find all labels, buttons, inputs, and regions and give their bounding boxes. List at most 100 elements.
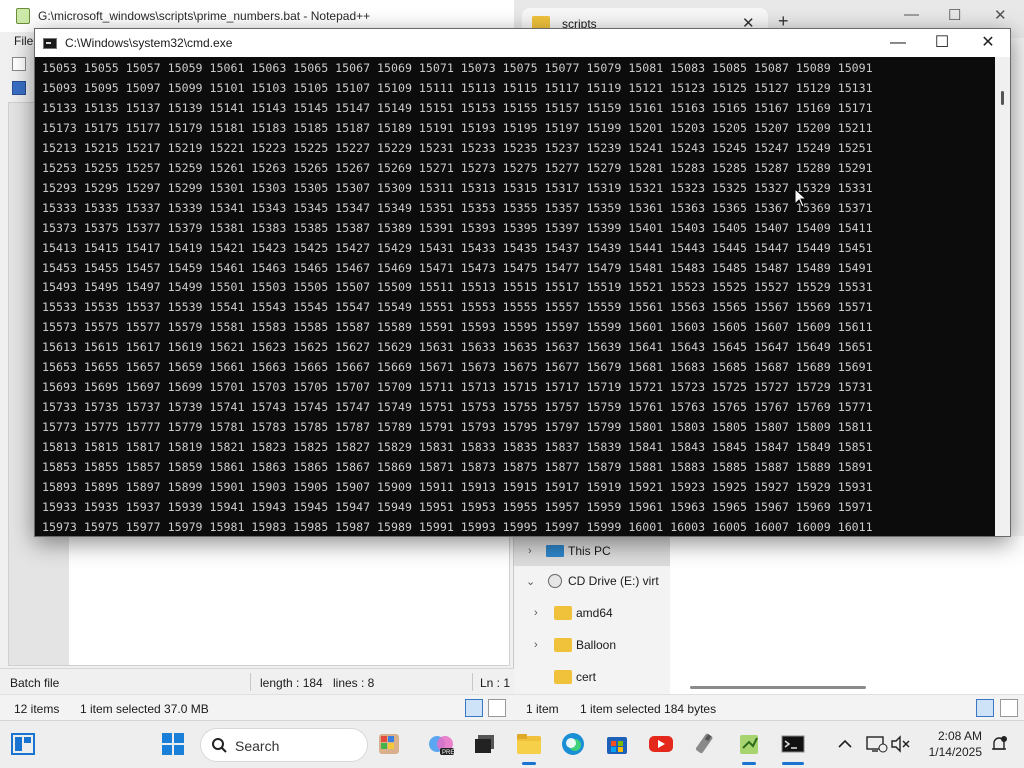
status-length: length : 184: [260, 676, 323, 690]
console-line: 15413 15415 15417 15419 15421 15423 1542…: [42, 240, 873, 255]
copilot-icon[interactable]: PRE: [426, 729, 456, 759]
chevron-right-icon[interactable]: ›: [534, 607, 538, 619]
folder-icon: [554, 606, 572, 620]
widgets-icon[interactable]: [8, 729, 38, 759]
search-label: Search: [235, 738, 280, 754]
status-lines: lines : 8: [333, 676, 375, 690]
taskbar-search[interactable]: Search: [200, 728, 368, 762]
console-line: 15133 15135 15137 15139 15141 15143 1514…: [42, 100, 873, 115]
console-line: 15933 15935 15937 15939 15941 15943 1594…: [42, 499, 873, 514]
chevron-down-icon[interactable]: ⌄: [526, 575, 535, 588]
status-separator: [472, 673, 473, 691]
nav-item-amd64[interactable]: › amd64: [514, 598, 670, 628]
usb-drive-icon[interactable]: [690, 729, 720, 759]
bg-explorer-statusbar: 12 items 1 item selected 37.0 MB: [0, 694, 514, 720]
nav-item-label: CD Drive (E:) virt: [568, 574, 659, 588]
folder-icon: [554, 670, 572, 684]
cmd-window: C:\Windows\system32\cmd.exe — ☐ ✕ 15053 …: [34, 28, 1011, 537]
console-line: 15293 15295 15297 15299 15301 15303 1530…: [42, 180, 873, 195]
status-item-count: 1 item: [526, 702, 559, 716]
console-line: 15373 15375 15377 15379 15381 15383 1538…: [42, 220, 873, 235]
console-line: 15813 15815 15817 15819 15821 15823 1582…: [42, 440, 873, 455]
tiles-view-button[interactable]: [488, 699, 506, 717]
cmd-app-icon: [43, 38, 57, 49]
console-line: 15973 15975 15977 15979 15981 15983 1598…: [42, 519, 873, 534]
bg-status-count: 12 items: [14, 702, 60, 716]
volume-muted-icon[interactable]: [886, 729, 916, 759]
cd-drive-icon: [548, 574, 562, 588]
console-line: 15093 15095 15097 15099 15101 15103 1510…: [42, 80, 873, 95]
youtube-icon[interactable]: [646, 729, 676, 759]
status-selected: 1 item selected 184 bytes: [580, 702, 717, 716]
close-icon[interactable]: ✕: [965, 31, 1010, 55]
bg-status-selected: 1 item selected 37.0 MB: [80, 702, 209, 716]
nav-item-this-pc[interactable]: › This PC: [514, 536, 670, 566]
console-line: 15853 15855 15857 15859 15861 15863 1586…: [42, 460, 873, 475]
active-indicator: [782, 762, 804, 765]
cmd-title: C:\Windows\system32\cmd.exe: [65, 36, 233, 50]
console-line: 15693 15695 15697 15699 15701 15703 1570…: [42, 380, 873, 395]
clock-date: 1/14/2025: [928, 745, 982, 759]
explorer-minimize-icon[interactable]: —: [904, 6, 919, 23]
explorer-close-icon[interactable]: ✕: [994, 6, 1007, 24]
details-view-button[interactable]: [976, 699, 994, 717]
svg-text:PRE: PRE: [442, 750, 454, 756]
active-indicator: [742, 762, 756, 765]
nav-item-balloon[interactable]: › Balloon: [514, 630, 670, 660]
notepadpp-title: G:\microsoft_windows\scripts\prime_numbe…: [38, 9, 371, 23]
notepadpp-taskbar-icon[interactable]: [734, 729, 764, 765]
store-icon[interactable]: [602, 729, 632, 759]
chevron-right-icon[interactable]: ›: [534, 639, 538, 651]
status-file-type: Batch file: [10, 676, 60, 690]
console-line: 15173 15175 15177 15179 15181 15183 1518…: [42, 120, 873, 135]
status-separator: [250, 673, 251, 691]
cmd-titlebar[interactable]: C:\Windows\system32\cmd.exe — ☐ ✕: [35, 29, 1010, 57]
console-line: 15653 15655 15657 15659 15661 15663 1566…: [42, 360, 873, 375]
edge-icon[interactable]: [558, 729, 588, 759]
start-icon[interactable]: [158, 729, 188, 759]
rubik-cube-icon[interactable]: [374, 729, 404, 759]
taskbar-clock[interactable]: 2:08 AM 1/14/2025: [918, 728, 982, 760]
menu-file[interactable]: File: [14, 34, 33, 48]
details-view-button[interactable]: [465, 699, 483, 717]
console-line: 15333 15335 15337 15339 15341 15343 1534…: [42, 200, 873, 215]
nav-item-label: Balloon: [576, 638, 617, 652]
horizontal-scrollbar[interactable]: [690, 686, 866, 689]
console-output[interactable]: 15053 15055 15057 15059 15061 15063 1506…: [35, 57, 995, 536]
maximize-icon[interactable]: ☐: [919, 31, 965, 55]
tiles-view-button[interactable]: [1000, 699, 1018, 717]
console-text: 15053 15055 15057 15059 15061 15063 1506…: [42, 59, 995, 536]
file-explorer-taskbar-icon[interactable]: [514, 729, 544, 765]
save-icon[interactable]: [12, 81, 26, 95]
explorer-content-pane[interactable]: [670, 536, 1024, 696]
console-line: 15893 15895 15897 15899 15901 15903 1590…: [42, 480, 873, 495]
chevron-up-icon[interactable]: [830, 729, 860, 759]
minimize-icon[interactable]: —: [875, 31, 921, 55]
search-icon: [212, 738, 227, 753]
notification-bell-icon[interactable]: [984, 729, 1014, 759]
console-line: 15773 15775 15777 15779 15781 15783 1578…: [42, 420, 873, 435]
nav-item-label: cert: [576, 670, 597, 684]
explorer-maximize-icon[interactable]: ☐: [948, 6, 961, 24]
new-file-icon[interactable]: [12, 57, 26, 71]
computer-icon: [546, 545, 564, 557]
task-view-icon[interactable]: [470, 729, 500, 759]
console-line: 15733 15735 15737 15739 15741 15743 1574…: [42, 400, 873, 415]
chevron-right-icon[interactable]: ›: [528, 545, 532, 557]
console-line: 15493 15495 15497 15499 15501 15503 1550…: [42, 280, 873, 295]
console-line: 15253 15255 15257 15259 15261 15263 1526…: [42, 160, 873, 175]
console-scrollbar[interactable]: [995, 57, 1010, 536]
cmd-taskbar-icon[interactable]: [778, 729, 808, 765]
notepadpp-app-icon: [16, 8, 30, 24]
nav-item-cd-drive[interactable]: ⌄ CD Drive (E:) virt: [514, 566, 670, 596]
folder-icon: [554, 638, 572, 652]
nav-item-label: This PC: [568, 544, 611, 558]
console-line: 15453 15455 15457 15459 15461 15463 1546…: [42, 260, 873, 275]
status-line-number: Ln : 1: [480, 676, 511, 690]
console-line: 15053 15055 15057 15059 15061 15063 1506…: [42, 61, 873, 75]
active-indicator: [522, 762, 536, 765]
nav-item-cert[interactable]: cert: [514, 662, 670, 692]
taskbar: Search PRE 2:08 AM 1/14/2025: [0, 720, 1024, 768]
scrollbar-thumb[interactable]: [1001, 91, 1004, 105]
console-line: 15533 15535 15537 15539 15541 15543 1554…: [42, 300, 873, 315]
